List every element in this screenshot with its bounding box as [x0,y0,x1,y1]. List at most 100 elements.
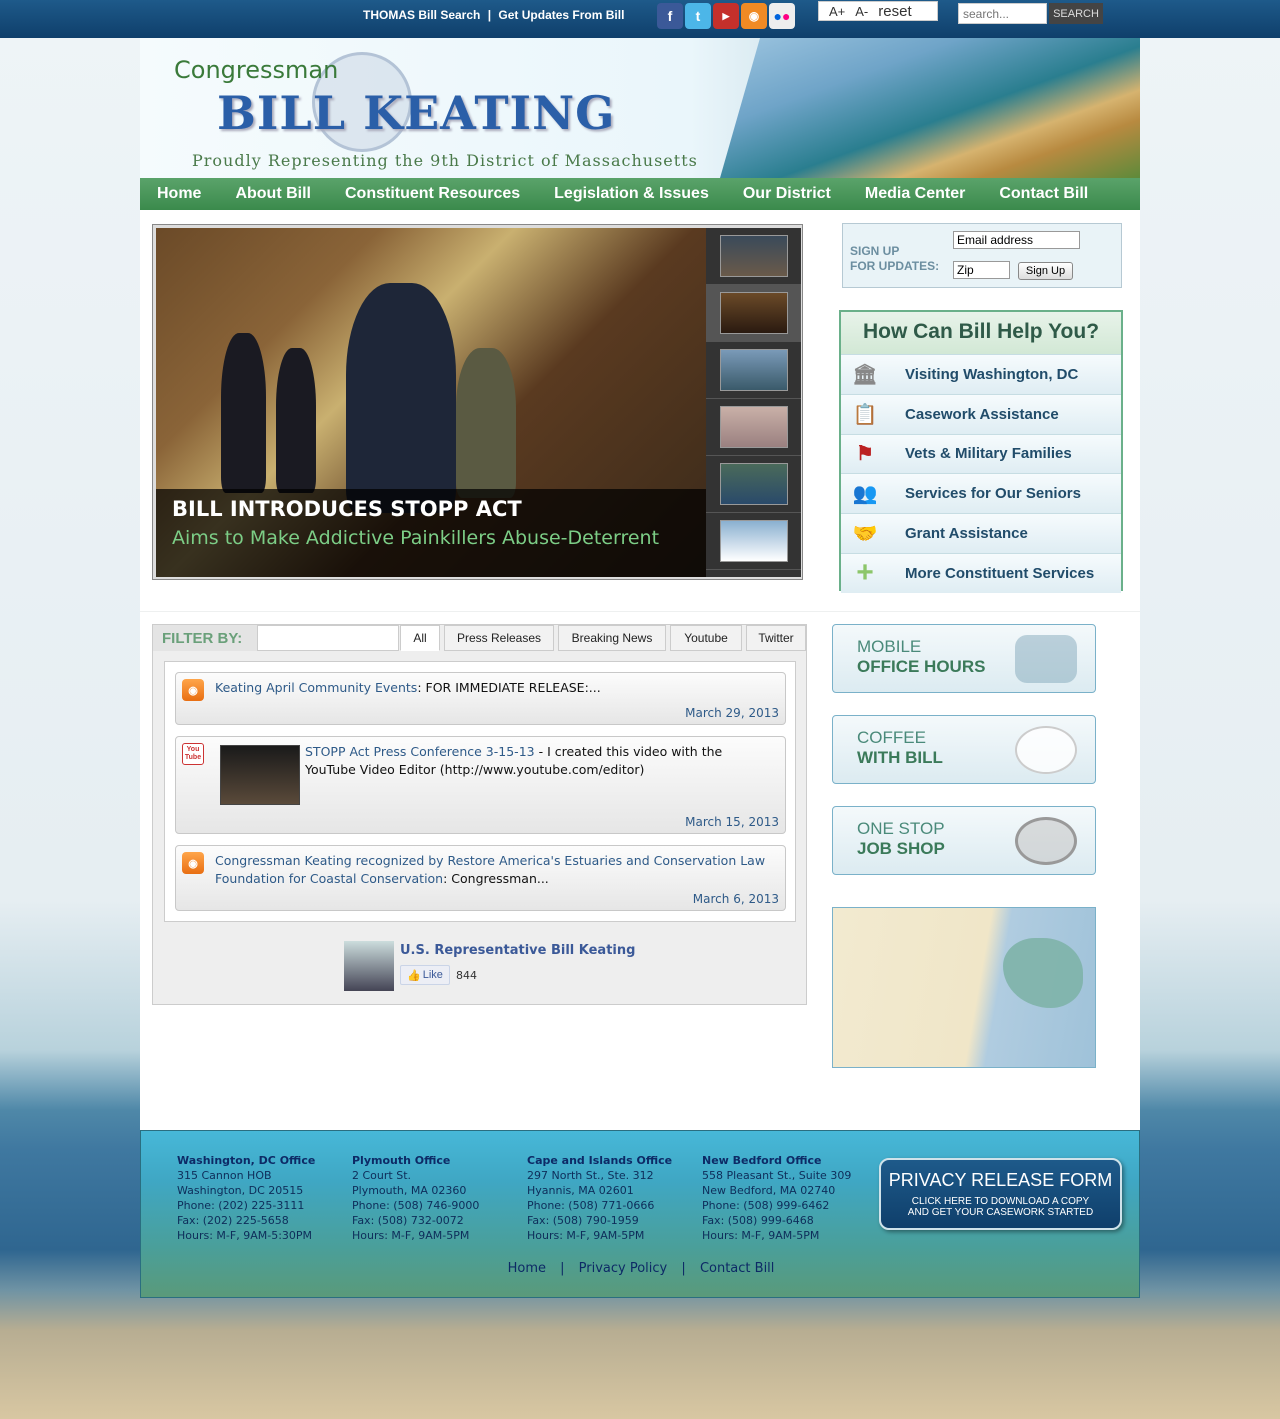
office-phone: Phone: (508) 999-6462 [702,1199,830,1212]
list-item: ◉ Keating April Community Events: FOR IM… [175,672,786,725]
help-item-label: Services for Our Seniors [905,485,1081,503]
help-item-label: Vets & Military Families [905,445,1072,463]
list-item: ◉ Congressman Keating recognized by Rest… [175,845,786,911]
font-increase-button[interactable]: A+ [829,4,845,19]
youtube-icon[interactable]: ▶ [713,3,739,29]
help-item-seniors[interactable]: 👥 Services for Our Seniors [841,473,1121,514]
twitter-icon[interactable]: t [685,3,711,29]
slide-thumbnail[interactable] [706,456,801,513]
slide-thumbnails [706,228,801,577]
video-thumbnail[interactable] [220,745,300,805]
tab-youtube[interactable]: Youtube [670,625,742,651]
nav-constituent-resources[interactable]: Constituent Resources [328,185,537,203]
featured-slideshow: BILL INTRODUCES STOPP ACT Aims to Make A… [152,224,803,580]
footer-link-home[interactable]: Home [508,1261,546,1276]
office-fax: Fax: (202) 225-5658 [177,1214,289,1227]
facebook-like-label: Like [422,969,443,981]
help-item-grant[interactable]: 🤝 Grant Assistance [841,513,1121,553]
slide-figure [221,333,266,493]
top-bar: THOMAS Bill Search | Get Updates From Bi… [0,0,1280,38]
footer-link-contact[interactable]: Contact Bill [700,1261,774,1276]
search-button[interactable]: SEARCH [1049,3,1103,24]
post-link[interactable]: STOPP Act Press Conference 3-15-13 [305,744,535,759]
featured-slide-image[interactable]: BILL INTRODUCES STOPP ACT Aims to Make A… [156,228,706,577]
help-item-more-services[interactable]: + More Constituent Services [841,552,1121,593]
youtube-icon: You Tube [182,743,204,765]
slide-caption[interactable]: BILL INTRODUCES STOPP ACT Aims to Make A… [156,489,706,577]
main-nav: Home About Bill Constituent Resources Le… [140,178,1140,210]
nav-home[interactable]: Home [140,185,218,203]
nav-about-bill[interactable]: About Bill [218,185,328,203]
nav-our-district[interactable]: Our District [726,185,848,203]
signup-label-line1: SIGN UP [850,244,900,258]
post-excerpt: : Congressman... [443,871,549,886]
office-address: 315 Cannon HOB [177,1169,272,1182]
header-subtitle: Proudly Representing the 9th District of… [192,151,698,170]
clipboard-icon: 📋 [852,403,878,426]
footer-link-separator: | [681,1261,686,1276]
privacy-release-form-button[interactable]: PRIVACY RELEASE FORM CLICK HERE TO DOWNL… [879,1158,1122,1230]
facebook-like-button[interactable]: 👍 Like [400,965,450,985]
header-name[interactable]: BILL KEATING [217,86,615,140]
nav-media-center[interactable]: Media Center [848,185,982,203]
footer-link-privacy[interactable]: Privacy Policy [579,1261,668,1276]
promo-line2: WITH BILL [857,748,943,767]
social-icons: f t ▶ ◉ ● ● [657,3,795,29]
signup-label: SIGN UP FOR UPDATES: [850,244,945,274]
thomas-bill-search-link[interactable]: THOMAS Bill Search [363,8,480,22]
slide-thumbnail[interactable] [706,228,801,285]
office-fax: Fax: (508) 999-6468 [702,1214,814,1227]
signup-button[interactable]: Sign Up [1018,262,1073,280]
tab-all[interactable]: All [400,625,440,651]
nav-legislation-issues[interactable]: Legislation & Issues [537,185,726,203]
avatar[interactable] [344,941,394,991]
seniors-icon: 👥 [852,483,878,506]
get-updates-link[interactable]: Get Updates From Bill [498,8,624,22]
search-input[interactable] [958,3,1047,24]
flickr-icon[interactable]: ● ● [769,3,795,29]
top-links-separator: | [487,8,492,22]
office-address: 2 Court St. [352,1169,412,1182]
tab-press-releases[interactable]: Press Releases [444,625,554,651]
help-panel-title: How Can Bill Help You? [841,312,1121,354]
nav-contact-bill[interactable]: Contact Bill [982,185,1105,203]
zip-field[interactable] [953,261,1010,279]
news-feed: ◉ Keating April Community Events: FOR IM… [164,661,796,922]
coffee-with-bill-button[interactable]: COFFEE WITH BILL [832,715,1096,784]
office-hours: Hours: M-F, 9AM-5PM [352,1229,470,1242]
post-date: March 6, 2013 [692,892,779,906]
help-item-vets-military[interactable]: ⚑ Vets & Military Families [841,433,1121,474]
slide-caption-title: BILL INTRODUCES STOPP ACT [172,497,522,521]
slide-thumbnail[interactable] [706,285,801,342]
one-stop-job-shop-button[interactable]: ONE STOP JOB SHOP [832,806,1096,875]
slide-thumbnail[interactable] [706,513,801,570]
slide-thumbnail[interactable] [706,342,801,399]
office-city: Hyannis, MA 02601 [527,1184,634,1197]
office-plymouth: Plymouth Office 2 Court St. Plymouth, MA… [352,1153,479,1243]
email-field[interactable] [953,231,1080,249]
help-item-casework[interactable]: 📋 Casework Assistance [841,393,1121,434]
font-decrease-button[interactable]: A- [855,4,868,19]
office-cape-islands: Cape and Islands Office 297 North St., S… [527,1153,672,1243]
help-item-label: More Constituent Services [905,564,1095,582]
rss-icon[interactable]: ◉ [741,3,767,29]
top-links: THOMAS Bill Search | Get Updates From Bi… [363,8,624,22]
jobs-stamp-icon [1015,817,1077,865]
post-text: STOPP Act Press Conference 3-15-13 - I c… [305,743,775,779]
slide-thumbnail[interactable] [706,399,801,456]
privacy-line1: CLICK HERE TO DOWNLOAD A COPY [911,1196,1090,1207]
district-map[interactable] [832,907,1096,1068]
font-reset-button[interactable]: reset [878,3,911,20]
tab-twitter[interactable]: Twitter [746,625,806,651]
mobile-office-hours-button[interactable]: MOBILE OFFICE HOURS [832,624,1096,693]
facebook-page-name[interactable]: U.S. Representative Bill Keating [400,943,635,958]
tab-breaking-news[interactable]: Breaking News [558,625,666,651]
promo-line1: COFFEE [857,728,926,747]
office-title: Plymouth Office [352,1154,451,1167]
help-item-visiting-washington[interactable]: 🏛 Visiting Washington, DC [841,354,1121,394]
slide-figure [276,348,316,493]
privacy-line2: AND GET YOUR CASEWORK STARTED [907,1207,1094,1218]
handshake-icon: 🤝 [852,523,878,546]
facebook-icon[interactable]: f [657,3,683,29]
post-link[interactable]: Keating April Community Events [215,680,417,695]
